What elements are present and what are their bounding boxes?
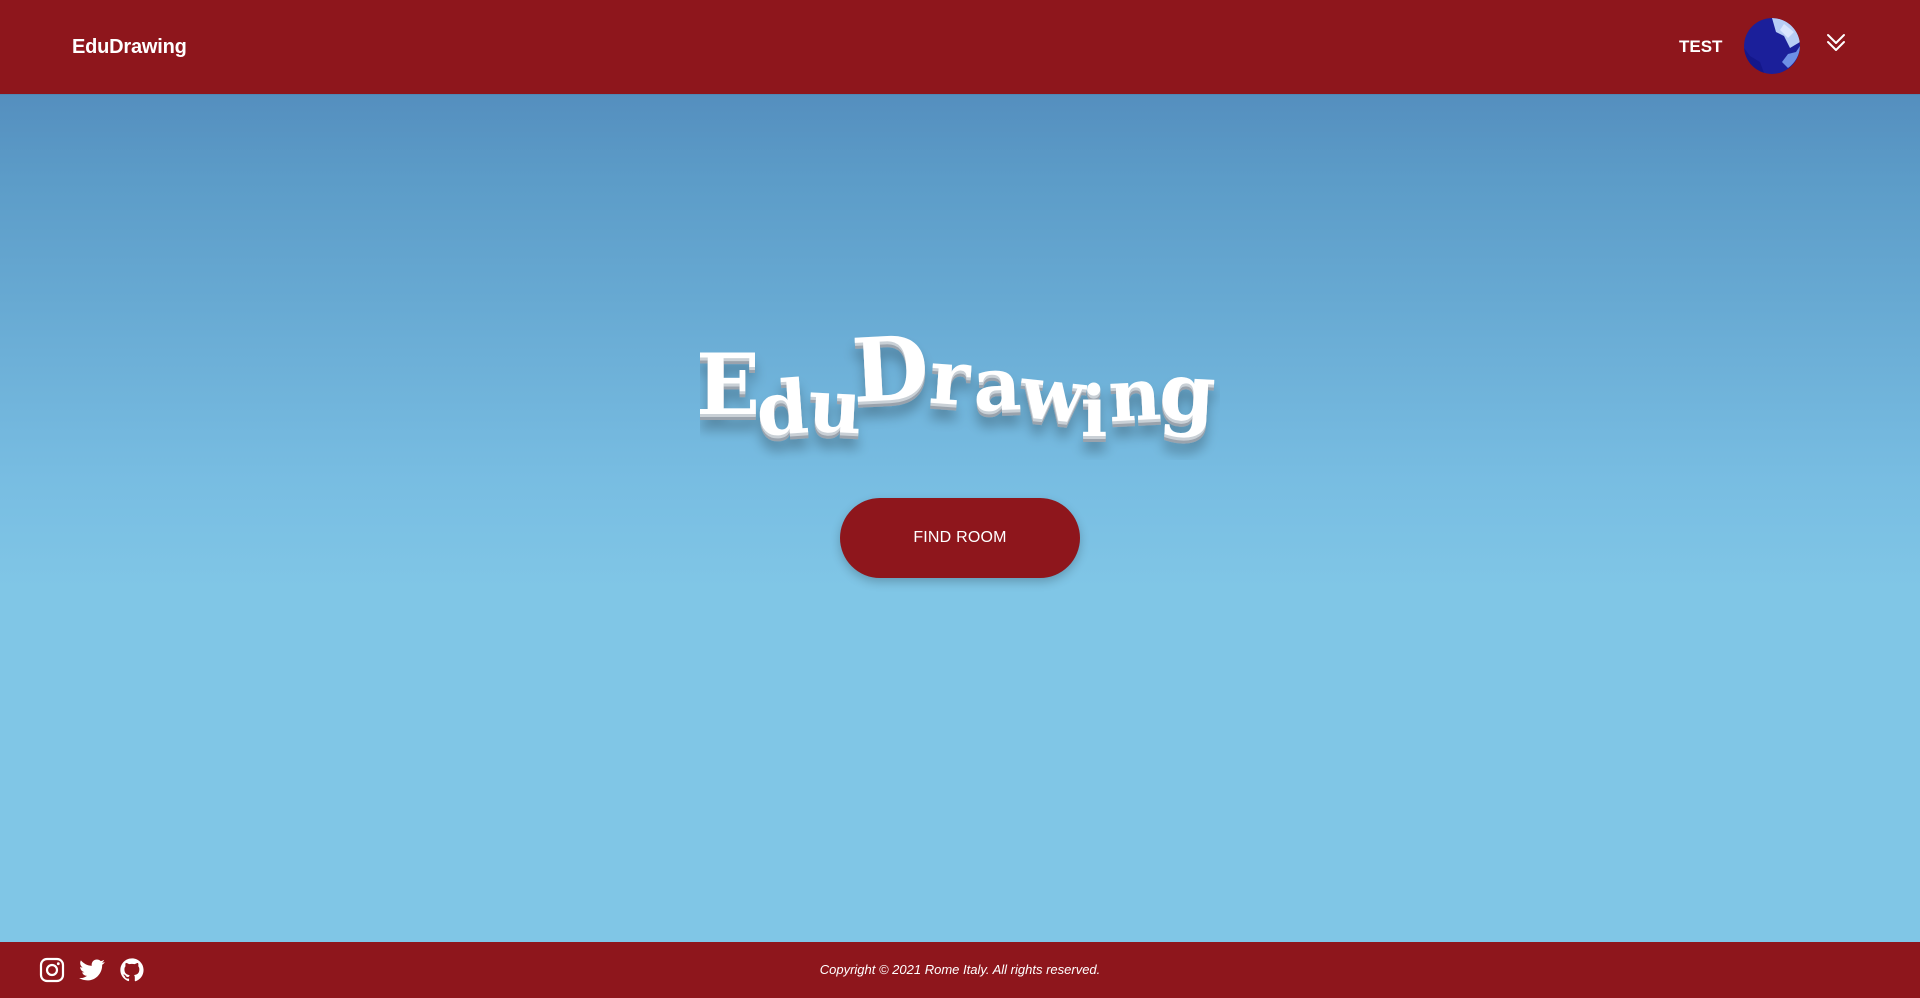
svg-text:i: i	[1081, 370, 1108, 453]
instagram-icon[interactable]	[38, 956, 66, 984]
github-icon[interactable]	[118, 956, 146, 984]
svg-text:a: a	[972, 341, 1023, 429]
logo-letter: iiiiiii	[1081, 370, 1108, 459]
menu-toggle-chevron-icon[interactable]	[1824, 28, 1848, 58]
brand-logo-link[interactable]: EduDrawing	[72, 0, 187, 94]
twitter-icon[interactable]	[78, 956, 106, 984]
footer: Copyright © 2021 Rome Italy. All rights …	[0, 942, 1920, 998]
logo-letter: aaaaaaa	[972, 341, 1023, 435]
logo-letter: DDDDDDD	[850, 320, 932, 429]
logo-letter: EEEEEEE	[700, 335, 760, 440]
logo-letter: wwwwwww	[1015, 349, 1091, 447]
copyright-text: Copyright © 2021 Rome Italy. All rights …	[819, 962, 1101, 977]
logo-letter: rrrrrrr	[926, 332, 974, 430]
avatar-image	[1744, 18, 1800, 74]
top-navbar: EduDrawing TEST	[0, 0, 1920, 94]
logo-letter: nnnnnnn	[1106, 351, 1163, 445]
logo-letter: ggggggg	[1157, 344, 1218, 447]
svg-text:r: r	[927, 332, 974, 424]
logo-letter: ddddddd	[753, 364, 811, 459]
username-label[interactable]: TEST	[1679, 0, 1722, 94]
svg-text:D: D	[850, 320, 932, 423]
svg-text:d: d	[753, 364, 811, 453]
svg-text:n: n	[1106, 351, 1163, 439]
user-avatar[interactable]	[1744, 18, 1800, 74]
svg-text:g: g	[1157, 344, 1218, 441]
svg-text:E: E	[700, 335, 760, 434]
find-room-button[interactable]: FIND ROOM	[840, 498, 1080, 578]
hero-logo: EEEEEEEddddddduuuuuuuDDDDDDDrrrrrrraaaaa…	[700, 320, 1218, 460]
